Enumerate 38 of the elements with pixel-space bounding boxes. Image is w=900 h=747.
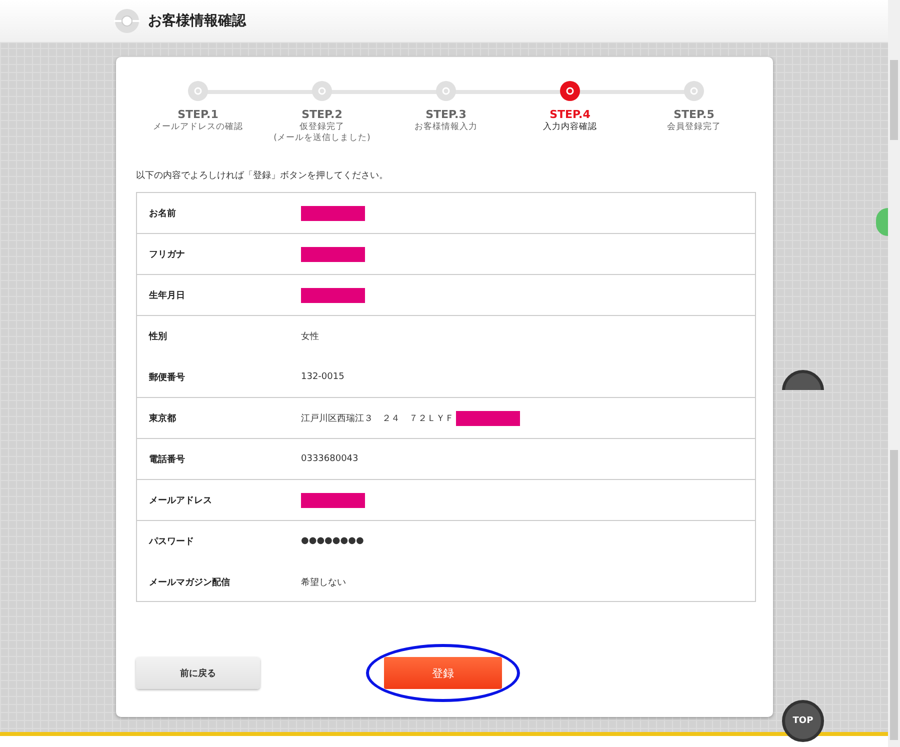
- step-label: STEP.4: [550, 108, 590, 121]
- page-title: お客様情報確認: [148, 12, 246, 30]
- step-caption: お客様情報入力: [414, 122, 478, 133]
- redaction-block: [301, 288, 365, 303]
- field-label: フリガナ: [148, 248, 186, 261]
- field-label: メールアドレス: [148, 494, 213, 507]
- step-label: STEP.5: [674, 108, 714, 121]
- field-label: 東京都: [148, 412, 177, 425]
- side-tab[interactable]: [876, 208, 888, 236]
- back-button[interactable]: 前に戻る: [136, 657, 260, 690]
- field-label: メールマガジン配信: [148, 576, 231, 589]
- scroll-top-button[interactable]: TOP: [782, 700, 824, 742]
- logo-icon: [114, 8, 140, 34]
- field-label: 性別: [148, 330, 168, 343]
- step-caption: 会員登録完了: [667, 122, 721, 133]
- field-label: 生年月日: [148, 289, 186, 302]
- step-label: STEP.3: [426, 108, 466, 121]
- field-value: ●●●●●●●●: [301, 536, 364, 546]
- redaction-block: [301, 246, 365, 262]
- field-value: 0333680043: [301, 454, 358, 464]
- field-value: 希望しない: [301, 576, 346, 589]
- field-label: 電話番号: [148, 453, 186, 466]
- redaction-block: [301, 206, 365, 221]
- step-caption: 仮登録完了 (メールを送信しました): [274, 122, 370, 144]
- field-label: お名前: [148, 208, 177, 220]
- field-value: 132-0015: [301, 372, 344, 382]
- step-caption: メールアドレスの確認: [153, 122, 243, 133]
- redaction-block: [301, 492, 365, 508]
- step-caption: 入力内容確認: [543, 122, 597, 133]
- redaction-block: [456, 410, 520, 426]
- field-value: 江戸川区西瑞江３ ２４ ７２ＬＹＦ: [301, 412, 454, 425]
- step-label: STEP.2: [302, 108, 342, 121]
- instruction-text: 以下の内容でよろしければ「登録」ボタンを押してください。: [136, 170, 389, 182]
- field-value: 女性: [301, 330, 319, 343]
- field-label: パスワード: [148, 536, 195, 548]
- step-label: STEP.1: [178, 108, 218, 121]
- field-label: 郵便番号: [148, 371, 186, 384]
- scrollbar[interactable]: [888, 0, 900, 747]
